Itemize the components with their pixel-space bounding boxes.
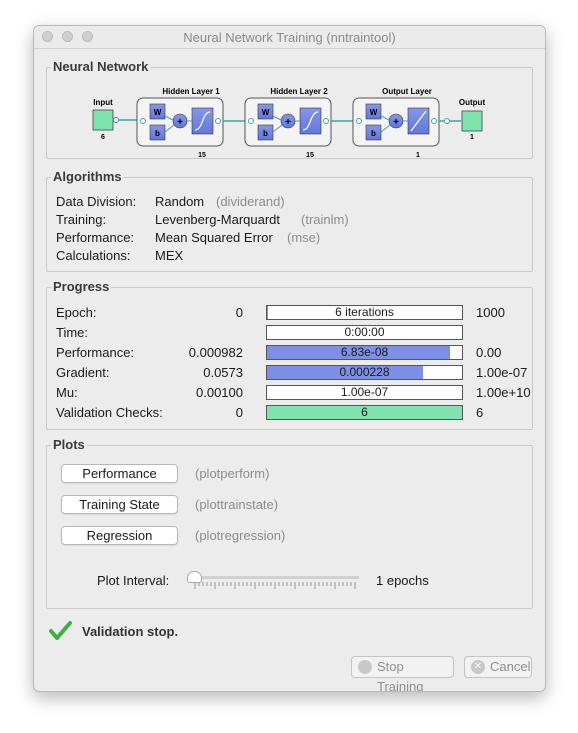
- layer-1-sum-sign: +: [177, 117, 183, 128]
- status-text: Validation stop.: [82, 624, 179, 639]
- plot-training-state-fn: (plottrainstate): [195, 497, 279, 512]
- algorithms-panel: Algorithms Data Division: Random (divide…: [46, 169, 533, 272]
- mu-limit: 1.00e+10: [476, 385, 531, 400]
- dot-layer-2-in: [248, 118, 254, 124]
- layer-3-bias-label: b: [371, 129, 376, 138]
- neural-network-panel: Neural Network Input 6 Hidden Layer 1 W …: [46, 59, 533, 159]
- plot-training-state-button[interactable]: Training State: [61, 495, 178, 514]
- stop-training-button[interactable]: Stop Training: [351, 656, 454, 691]
- time-bar-text: 0:00:00: [344, 325, 385, 339]
- training-value: Levenberg-Marquardt: [155, 212, 281, 227]
- training-label: Training:: [56, 212, 107, 227]
- epoch-bar: 6 iterations: [266, 305, 463, 320]
- progress-title: Progress: [51, 279, 112, 294]
- epoch-bar-text: 6 iterations: [335, 305, 394, 319]
- layer-2-weight-label: W: [262, 108, 270, 117]
- dot-layer-3-out: [431, 118, 437, 124]
- cancel-icon: ✕: [471, 660, 485, 674]
- plot-interval-value: 1 epochs: [376, 573, 429, 588]
- layer-3-label: Output Layer: [382, 87, 432, 96]
- plot-regression-button[interactable]: Regression: [61, 526, 178, 545]
- progress-panel: Progress Epoch: 0 6 iterations 1000 Time…: [46, 279, 533, 430]
- epoch-limit: 1000: [476, 305, 505, 320]
- data-division-fn: (dividerand): [216, 194, 285, 209]
- dot-layer-1-out: [215, 118, 221, 124]
- layer-1-label: Hidden Layer 1: [162, 87, 220, 96]
- layer-2-label: Hidden Layer 2: [270, 87, 328, 96]
- input-label: Input: [93, 98, 113, 107]
- validation-bar: 6: [266, 405, 463, 420]
- epoch-start: 0: [235, 305, 243, 320]
- mu-bar: 1.00e-07: [266, 385, 463, 400]
- plot-regression-fn: (plotregression): [195, 528, 286, 543]
- plot-performance-fn: (plotperform): [195, 466, 270, 481]
- perf-label: Performance:: [56, 345, 135, 360]
- perf-start: 0.000982: [188, 345, 243, 360]
- cancel-button[interactable]: ✕ Cancel: [464, 656, 532, 678]
- network-diagram: Input 6 Hidden Layer 1 W b + 15 Hidden L…: [92, 87, 486, 158]
- performance-value: Mean Squared Error: [155, 230, 273, 245]
- dot-output: [444, 118, 450, 124]
- validation-start: 0: [235, 405, 243, 420]
- checkmark-icon: [49, 621, 72, 640]
- layer-2-size: 15: [306, 152, 314, 158]
- gradient-bar: 0.000228: [266, 365, 463, 380]
- plots-panel: Plots Performance (plotperform) Training…: [46, 437, 533, 609]
- plot-interval-slider[interactable]: [187, 570, 359, 592]
- title-bar: Neural Network Training (nntraintool): [34, 26, 545, 49]
- slider-ticks: [194, 582, 356, 589]
- stop-training-label: Stop Training: [377, 659, 424, 692]
- gradient-limit: 1.00e-07: [476, 365, 528, 380]
- plots-title: Plots: [51, 437, 87, 452]
- perf-bar-text: 6.83e-08: [340, 345, 389, 359]
- dot-input: [113, 117, 119, 123]
- validation-limit: 6: [476, 405, 484, 420]
- gradient-bar-text: 0.000228: [339, 365, 390, 379]
- input-block: [92, 109, 114, 131]
- layer-2-sum-sign: +: [285, 117, 291, 128]
- input-size: 6: [101, 134, 105, 141]
- layer-3-sum-sign: +: [393, 117, 399, 128]
- dot-layer-1-in: [140, 118, 146, 124]
- plot-performance-button[interactable]: Performance: [61, 464, 178, 483]
- performance-fn: (mse): [287, 230, 321, 245]
- time-bar: 0:00:00: [266, 325, 463, 340]
- time-label: Time:: [56, 325, 89, 340]
- output-label: Output: [459, 98, 486, 107]
- perf-bar: 6.83e-08: [266, 345, 463, 360]
- layer-2-bias-label: b: [263, 129, 268, 138]
- plot-interval-label: Plot Interval:: [97, 573, 170, 588]
- epoch-label: Epoch:: [56, 305, 97, 320]
- layer-1-size: 15: [198, 152, 206, 158]
- layer-3-size: 1: [416, 152, 420, 158]
- window-title: Neural Network Training (nntraintool): [183, 30, 396, 45]
- layer-3-weight-label: W: [370, 108, 378, 117]
- layer-1-bias-label: b: [155, 129, 160, 138]
- dot-layer-3-in: [356, 118, 362, 124]
- mu-bar-text: 1.00e-07: [340, 385, 389, 399]
- cancel-label: Cancel: [490, 659, 531, 674]
- mu-start: 0.00100: [196, 385, 243, 400]
- calculations-label: Calculations:: [56, 248, 131, 263]
- training-fn: (trainlm): [301, 212, 349, 227]
- algorithms-title: Algorithms: [51, 169, 124, 184]
- stop-icon: [358, 660, 372, 674]
- gradient-label: Gradient:: [56, 365, 110, 380]
- mu-label: Mu:: [56, 385, 78, 400]
- output-size: 1: [470, 134, 474, 141]
- output-block: [461, 110, 483, 132]
- dot-layer-2-out: [323, 118, 329, 124]
- calculations-value: MEX: [155, 248, 184, 263]
- data-division-label: Data Division:: [56, 194, 137, 209]
- performance-label: Performance:: [56, 230, 135, 245]
- validation-bar-text: 6: [361, 405, 368, 419]
- layer-1-weight-label: W: [154, 108, 162, 117]
- slider-track: [189, 576, 359, 579]
- training-window: Neural Network Training (nntraintool) Ne…: [33, 25, 546, 692]
- data-division-value: Random: [155, 194, 205, 209]
- perf-limit: 0.00: [476, 345, 502, 360]
- gradient-start: 0.0573: [203, 365, 243, 380]
- slider-knob[interactable]: [187, 571, 202, 583]
